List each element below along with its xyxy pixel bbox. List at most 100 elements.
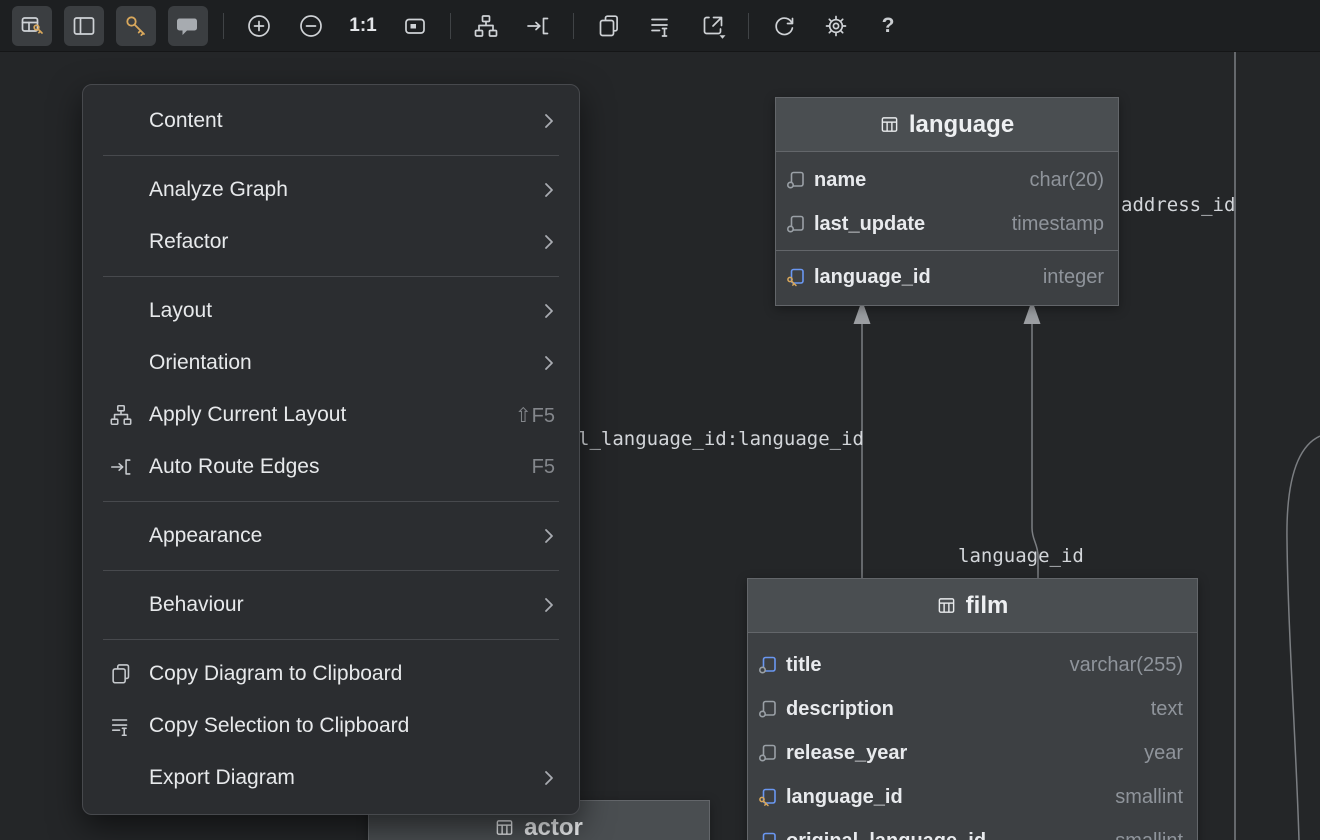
submenu-chevron-icon [543, 768, 555, 788]
column-type: varchar(255) [1070, 654, 1183, 677]
menu-item-analyze-graph[interactable]: Analyze Graph [83, 164, 579, 216]
menu-item-copy-diagram-to-clipboard[interactable]: Copy Diagram to Clipboard [83, 648, 579, 700]
toolbar-separator [223, 13, 224, 39]
zoom-reset-button[interactable]: 1:1 [341, 4, 385, 48]
zoom-level-label: 1:1 [349, 15, 376, 37]
menu-separator [103, 501, 559, 502]
show-key-columns-toggle[interactable] [116, 6, 156, 46]
export-icon [700, 13, 726, 39]
auto-route-edges-button[interactable] [516, 4, 560, 48]
auto-route-icon [109, 455, 149, 479]
copy-selection-icon [109, 714, 149, 738]
key-column-icon [758, 832, 777, 840]
menu-item-copy-selection-to-clipboard[interactable]: Copy Selection to Clipboard [83, 700, 579, 752]
zoom-in-button[interactable] [237, 4, 281, 48]
settings-button[interactable] [814, 4, 858, 48]
table-language[interactable]: language name char(20) last_update times… [775, 97, 1119, 306]
submenu-chevron-icon [543, 526, 555, 546]
diagram-context-menu: Content Analyze Graph Refactor Layout Or… [82, 84, 580, 815]
column-name: language_id [814, 266, 931, 289]
key-column-icon [758, 788, 777, 807]
submenu-chevron-icon [543, 301, 555, 321]
table-name: film [966, 592, 1009, 620]
gear-icon [823, 13, 849, 39]
menu-item-export-diagram[interactable]: Export Diagram [83, 752, 579, 804]
table-name: actor [524, 814, 583, 840]
menu-separator [103, 155, 559, 156]
table-keys-icon [19, 13, 45, 39]
column-type: year [1144, 742, 1183, 765]
diagram-toolbar: 1:1 ? [0, 0, 1320, 52]
table-row[interactable]: name char(20) [776, 158, 1118, 202]
table-row[interactable]: release_year year [748, 731, 1197, 775]
column-type: smallint [1115, 830, 1183, 840]
copy-diagram-button[interactable] [587, 4, 631, 48]
menu-item-label: Auto Route Edges [149, 455, 532, 479]
menu-item-behaviour[interactable]: Behaviour [83, 579, 579, 631]
table-film[interactable]: film title varchar(255) description text… [747, 578, 1198, 840]
help-button[interactable]: ? [866, 4, 910, 48]
toolbar-separator [450, 13, 451, 39]
menu-item-apply-current-layout[interactable]: Apply Current Layout ⇧F5 [83, 389, 579, 441]
auto-route-icon [525, 13, 551, 39]
menu-item-label: Content [149, 109, 543, 133]
comment-icon [175, 13, 201, 39]
menu-item-label: Behaviour [149, 593, 543, 617]
table-row[interactable]: original_language_id smallint [748, 819, 1197, 840]
menu-item-label: Apply Current Layout [149, 403, 515, 427]
actual-size-icon [402, 13, 428, 39]
copy-selection-icon [648, 13, 674, 39]
menu-item-label: Export Diagram [149, 766, 543, 790]
zoom-out-icon [298, 13, 324, 39]
menu-item-orientation[interactable]: Orientation [83, 337, 579, 389]
menu-item-refactor[interactable]: Refactor [83, 216, 579, 268]
refresh-button[interactable] [762, 4, 806, 48]
toolbar-separator [573, 13, 574, 39]
table-language-columns: name char(20) last_update timestamp lang… [776, 152, 1118, 305]
apply-layout-icon [473, 13, 499, 39]
zoom-out-button[interactable] [289, 4, 333, 48]
menu-item-appearance[interactable]: Appearance [83, 510, 579, 562]
show-table-keys-toggle[interactable] [12, 6, 52, 46]
copy-selection-button[interactable] [639, 4, 683, 48]
table-row[interactable]: last_update timestamp [776, 202, 1118, 246]
menu-item-auto-route-edges[interactable]: Auto Route Edges F5 [83, 441, 579, 493]
table-film-header[interactable]: film [748, 579, 1197, 633]
refresh-icon [771, 13, 797, 39]
export-diagram-button[interactable] [691, 4, 735, 48]
menu-separator [103, 276, 559, 277]
table-row[interactable]: language_id smallint [748, 775, 1197, 819]
column-type: smallint [1115, 786, 1183, 809]
toolbar-separator [748, 13, 749, 39]
table-row[interactable]: title varchar(255) [748, 643, 1197, 687]
menu-item-shortcut: F5 [532, 456, 555, 479]
column-type: text [1151, 698, 1183, 721]
menu-item-layout[interactable]: Layout [83, 285, 579, 337]
column-name: title [786, 654, 822, 677]
column-name: name [814, 169, 866, 192]
show-columns-panel-toggle[interactable] [64, 6, 104, 46]
column-name: description [786, 698, 894, 721]
column-type: integer [1043, 266, 1104, 289]
key-section-divider [776, 250, 1118, 251]
column-type: timestamp [1012, 213, 1104, 236]
menu-item-label: Refactor [149, 230, 543, 254]
table-icon [495, 818, 514, 837]
apply-layout-icon [109, 403, 149, 427]
copy-icon [109, 662, 149, 686]
menu-item-content[interactable]: Content [83, 95, 579, 147]
submenu-chevron-icon [543, 595, 555, 615]
actual-size-button[interactable] [393, 4, 437, 48]
menu-item-label: Analyze Graph [149, 178, 543, 202]
table-language-header[interactable]: language [776, 98, 1118, 152]
menu-separator [103, 639, 559, 640]
show-comments-toggle[interactable] [168, 6, 208, 46]
column-name: last_update [814, 213, 925, 236]
help-label: ? [882, 14, 895, 38]
table-icon [880, 115, 899, 134]
copy-icon [596, 13, 622, 39]
table-row[interactable]: language_id integer [776, 255, 1118, 299]
table-row[interactable]: description text [748, 687, 1197, 731]
apply-layout-button[interactable] [464, 4, 508, 48]
column-icon [758, 744, 777, 763]
